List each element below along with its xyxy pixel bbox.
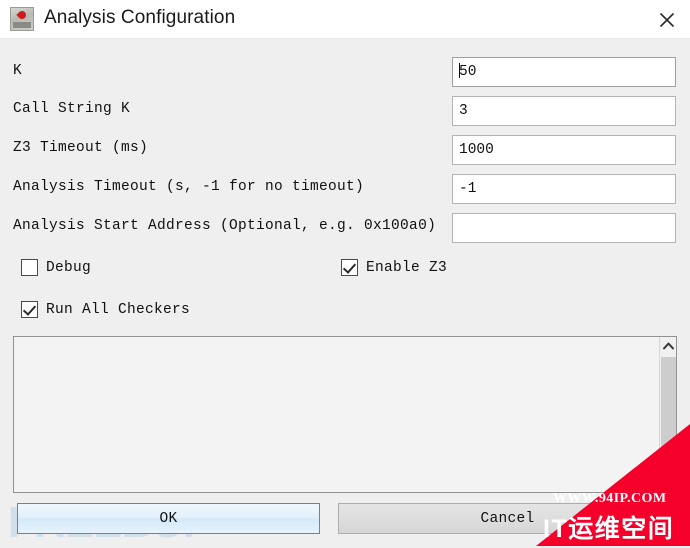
output-textarea[interactable]: [13, 336, 677, 493]
ok-button[interactable]: OK: [17, 503, 320, 534]
checkbox-enable-z3-label: Enable Z3: [366, 259, 448, 276]
label-k: K: [13, 63, 23, 79]
input-z3-timeout[interactable]: 1000: [452, 135, 676, 165]
chevron-up-icon[interactable]: [660, 337, 676, 355]
label-z3-timeout: Z3 Timeout (ms): [13, 140, 149, 156]
input-call-string-k[interactable]: 3: [452, 96, 676, 126]
checkbox-run-all-checkers[interactable]: Run All Checkers: [21, 301, 190, 318]
checkbox-debug-label: Debug: [46, 259, 92, 276]
checkbox-enable-z3[interactable]: Enable Z3: [341, 259, 447, 276]
label-analysis-timeout: Analysis Timeout (s, -1 for no timeout): [13, 179, 365, 195]
checkbox-run-all-checkers-box: [21, 301, 38, 318]
close-icon[interactable]: [644, 0, 690, 39]
app-icon: [10, 7, 34, 31]
label-call-string-k: Call String K: [13, 101, 131, 117]
checkbox-run-all-checkers-label: Run All Checkers: [46, 301, 191, 318]
input-k[interactable]: 50: [452, 57, 676, 87]
title-bar: Analysis Configuration: [0, 0, 690, 39]
output-scrollbar[interactable]: [659, 337, 676, 492]
scrollbar-thumb[interactable]: [661, 357, 676, 492]
input-analysis-start-address[interactable]: [452, 213, 676, 243]
window-title: Analysis Configuration: [44, 7, 236, 28]
input-analysis-timeout[interactable]: -1: [452, 174, 676, 204]
checkbox-debug[interactable]: Debug: [21, 259, 91, 276]
input-k-value: 50: [459, 64, 477, 80]
checkbox-enable-z3-box: [341, 259, 358, 276]
checkbox-debug-box: [21, 259, 38, 276]
label-analysis-start-address: Analysis Start Address (Optional, e.g. 0…: [13, 218, 437, 234]
cancel-button[interactable]: Cancel: [338, 503, 677, 534]
